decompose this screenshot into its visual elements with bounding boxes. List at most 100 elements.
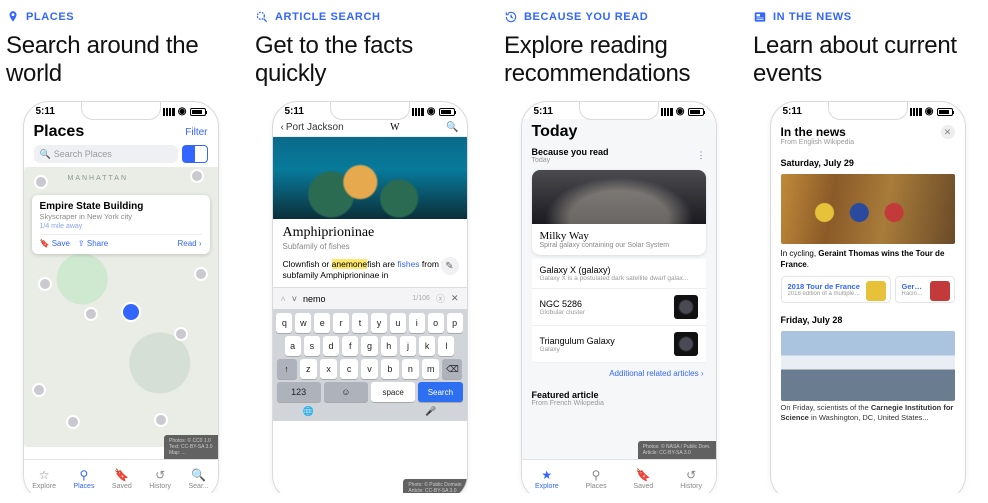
pin-icon: ⚲ bbox=[80, 468, 89, 482]
bookmark-icon: 🔖 bbox=[114, 468, 129, 482]
pin-icon: ⚲ bbox=[592, 468, 601, 482]
wikipedia-logo-icon: W bbox=[390, 122, 399, 133]
keyboard: qwertyuiop asdfghjkl ↑zxcvbnm⌫ 123 ☺ spa… bbox=[273, 309, 467, 421]
layout-toggle[interactable] bbox=[182, 145, 208, 163]
thumbnail bbox=[674, 332, 698, 356]
history-icon: ↺ bbox=[686, 468, 696, 482]
tab-saved[interactable]: 🔖Saved bbox=[633, 468, 653, 490]
place-callout[interactable]: Empire State Building Skyscraper in New … bbox=[32, 195, 210, 254]
news-image[interactable] bbox=[781, 331, 955, 401]
more-icon[interactable]: ⋮ bbox=[697, 150, 706, 161]
history-icon: ↺ bbox=[155, 468, 165, 482]
list-item[interactable]: Triangulum GalaxyGalaxy bbox=[532, 326, 706, 363]
search-icon: 🔍 bbox=[40, 149, 51, 160]
tab-bar: ☆Explore ⚲Places 🔖Saved ↺History 🔍Sear..… bbox=[24, 459, 218, 493]
chevron-left-icon: ‹ bbox=[281, 122, 284, 133]
search-input[interactable]: 🔍 Search Places bbox=[34, 145, 178, 163]
star-icon: ★ bbox=[541, 468, 552, 482]
page-title: Places bbox=[34, 123, 85, 141]
find-input[interactable]: nemo bbox=[303, 294, 406, 304]
share-button[interactable]: ⇪ Share bbox=[78, 239, 108, 248]
map[interactable]: MANHATTAN Empire State Building Skyscrap… bbox=[24, 167, 218, 447]
attribution: Photos: © NASA / Public Dom. Article: CC… bbox=[638, 441, 716, 459]
section-title: Because you read bbox=[532, 147, 609, 157]
thumbnail bbox=[930, 281, 950, 301]
search-key[interactable]: Search bbox=[418, 382, 462, 402]
tag-article-search: ARTICLE SEARCH bbox=[255, 10, 484, 24]
search-icon: 🔍 bbox=[191, 468, 206, 482]
more-link[interactable]: Additional related articles › bbox=[522, 363, 716, 388]
phone-mockup: 5:11 ◉ In the news From English Wikipedi… bbox=[770, 101, 966, 493]
signal-icon bbox=[163, 108, 175, 116]
list-item[interactable]: Galaxy X (galaxy)Galaxy X is a postulate… bbox=[532, 259, 706, 289]
thumbnail bbox=[866, 281, 886, 301]
chevron-up-icon[interactable]: ˄ bbox=[281, 294, 286, 304]
tab-history[interactable]: ↺History bbox=[149, 468, 171, 490]
filter-button[interactable]: Filter bbox=[185, 127, 207, 138]
headline: Get to the facts quickly bbox=[255, 32, 484, 87]
news-body: On Friday, scientists of the Carnegie In… bbox=[771, 401, 965, 426]
page-title: In the news bbox=[781, 125, 855, 139]
pin-icon bbox=[6, 10, 20, 24]
thumbnail bbox=[674, 295, 698, 319]
find-count: 1/106 bbox=[412, 295, 430, 302]
card-image bbox=[532, 170, 706, 224]
list-item[interactable]: NGC 5286Globular cluster bbox=[532, 289, 706, 326]
tag-in-the-news: IN THE NEWS bbox=[753, 10, 982, 24]
edit-button[interactable]: ✎ bbox=[441, 257, 459, 275]
find-bar: ˄ ˅ nemo 1/106 ⓧ ✕ bbox=[273, 287, 467, 309]
attribution: Photo: © Public Domain Article: CC-BY-SA… bbox=[403, 479, 466, 493]
attribution: Photos: © CC0 1.0 Text: CC-BY-SA 3.0 Map… bbox=[164, 435, 217, 459]
tag-because-you-read: BECAUSE YOU READ bbox=[504, 10, 733, 24]
date-header: Saturday, July 29 bbox=[771, 152, 965, 170]
back-button[interactable]: ‹Port Jackson bbox=[281, 122, 344, 133]
globe-icon[interactable]: 🌐 bbox=[303, 406, 314, 417]
tab-places[interactable]: ⚲Places bbox=[73, 468, 94, 490]
shift-key[interactable]: ↑ bbox=[277, 359, 297, 379]
wifi-icon: ◉ bbox=[178, 106, 187, 117]
close-button[interactable]: ✕ bbox=[941, 125, 955, 139]
battery-icon bbox=[190, 108, 206, 116]
clear-icon[interactable]: ⓧ bbox=[436, 292, 445, 305]
feature-card[interactable]: Milky Way Spiral galaxy containing our S… bbox=[532, 170, 706, 255]
space-key[interactable]: space bbox=[371, 382, 415, 402]
date-header: Friday, July 28 bbox=[771, 309, 965, 327]
headline: Explore reading recommendations bbox=[504, 32, 733, 87]
tab-search[interactable]: 🔍Sear... bbox=[189, 468, 209, 490]
emoji-key[interactable]: ☺ bbox=[324, 382, 368, 402]
headline: Learn about current events bbox=[753, 32, 982, 87]
tag-places: PLACES bbox=[6, 10, 235, 24]
news-image[interactable] bbox=[781, 174, 955, 244]
star-icon: ☆ bbox=[39, 468, 50, 482]
numeric-key[interactable]: 123 bbox=[277, 382, 321, 402]
phone-mockup: 5:11 ◉ ‹Port Jackson W 🔍 Amphiprioninae … bbox=[272, 101, 468, 493]
search-icon[interactable]: 🔍 bbox=[446, 122, 458, 133]
backspace-key[interactable]: ⌫ bbox=[442, 359, 462, 379]
tab-history[interactable]: ↺History bbox=[680, 468, 702, 490]
search-article-icon bbox=[255, 10, 269, 24]
related-card[interactable]: Geraint Tho Racing cyclist bbox=[895, 276, 955, 303]
tab-places[interactable]: ⚲Places bbox=[586, 468, 607, 490]
tab-explore[interactable]: ★Explore bbox=[535, 468, 559, 490]
history-icon bbox=[504, 10, 518, 24]
link-fishes[interactable]: fishes bbox=[397, 259, 419, 269]
phone-mockup: 5:11 ◉ Places Filter 🔍 Search Places MAN… bbox=[23, 101, 219, 493]
tab-saved[interactable]: 🔖Saved bbox=[112, 468, 132, 490]
featured-title: Featured article bbox=[532, 390, 706, 400]
headline: Search around the world bbox=[6, 32, 235, 87]
article-hero-image[interactable] bbox=[273, 137, 467, 219]
close-icon: ✕ bbox=[944, 127, 952, 138]
news-icon bbox=[753, 10, 767, 24]
news-caption: In cycling, Geraint Thomas wins the Tour… bbox=[771, 244, 965, 276]
read-button[interactable]: Read › bbox=[177, 239, 201, 248]
related-card[interactable]: 2018 Tour de France 2018 edition of a mu… bbox=[781, 276, 891, 303]
key[interactable]: q bbox=[276, 313, 292, 333]
tab-bar: ★Explore ⚲Places 🔖Saved ↺History bbox=[522, 459, 716, 493]
save-button[interactable]: 🔖 Save bbox=[40, 239, 70, 248]
mic-icon[interactable]: 🎤 bbox=[425, 406, 436, 417]
tab-explore[interactable]: ☆Explore bbox=[32, 468, 56, 490]
article-title: Amphiprioninae Subfamily of fishes bbox=[273, 219, 467, 253]
map-label: MANHATTAN bbox=[68, 175, 129, 182]
chevron-down-icon[interactable]: ˅ bbox=[292, 294, 297, 304]
close-icon[interactable]: ✕ bbox=[451, 293, 459, 304]
